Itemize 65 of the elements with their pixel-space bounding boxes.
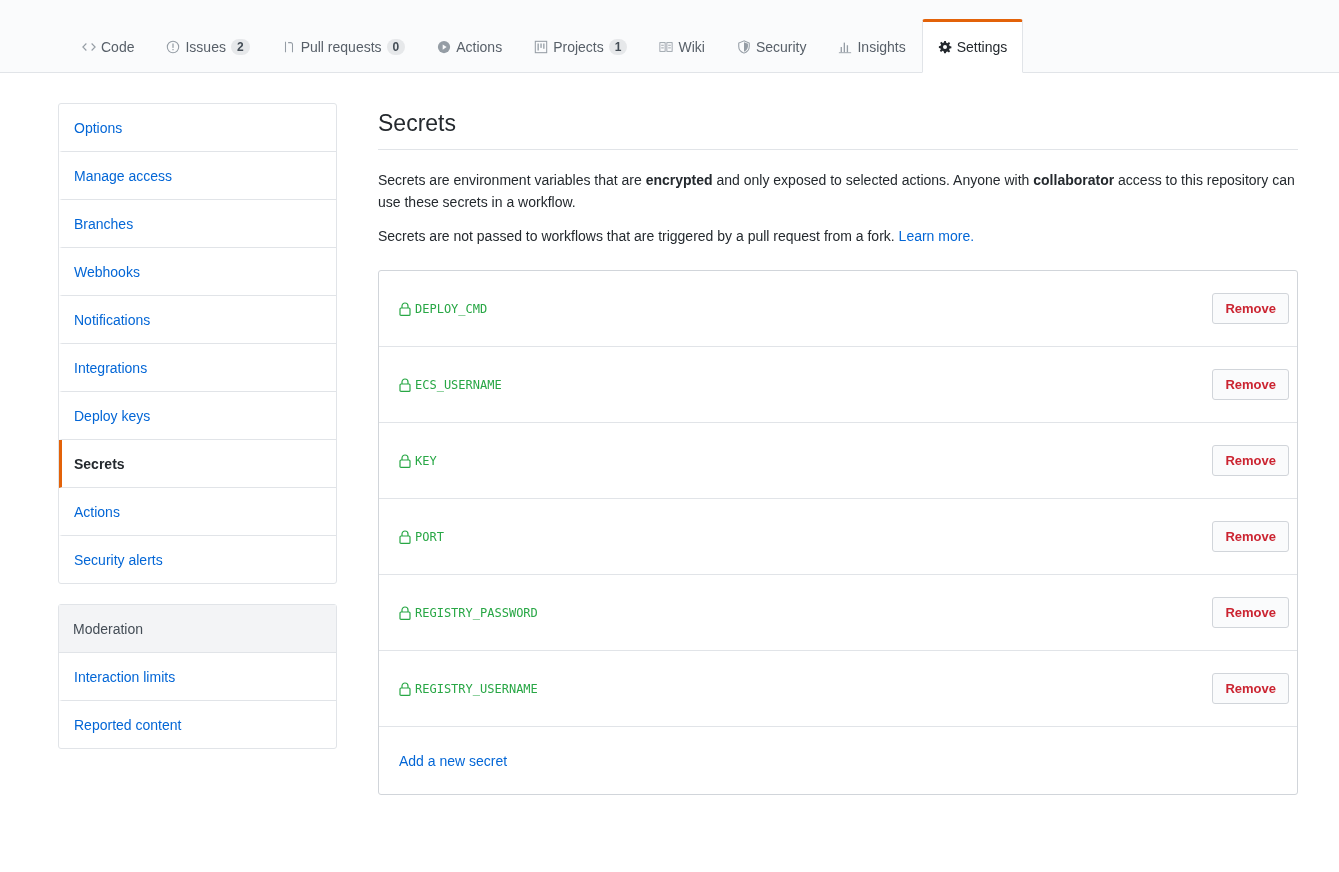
sidebar-item[interactable]: Deploy keys <box>59 392 336 440</box>
lock-icon <box>399 377 411 392</box>
sidebar-item[interactable]: Notifications <box>59 296 336 344</box>
sidebar-item[interactable]: Secrets <box>59 440 336 488</box>
tab[interactable]: Actions <box>421 19 519 73</box>
menu-header: Moderation <box>59 605 336 653</box>
tab-label[interactable]: Actions <box>456 39 503 55</box>
secret-name: REGISTRY_USERNAME <box>415 681 539 696</box>
tab[interactable]: Code <box>66 19 151 73</box>
tab[interactable]: Issues 2 <box>150 19 266 73</box>
tab[interactable]: Projects 1 <box>518 19 644 73</box>
secret-name: PORT <box>415 529 445 544</box>
remove-button[interactable]: Remove <box>1212 369 1289 400</box>
tab-label[interactable]: Issues <box>185 39 226 55</box>
remove-button[interactable]: Remove <box>1212 597 1289 628</box>
sidebar-item[interactable]: Reported content <box>59 701 336 748</box>
add-secret-link[interactable]: Add a new secret <box>399 752 508 769</box>
sidebar-item[interactable]: Security alerts <box>59 536 336 583</box>
secret-name: REGISTRY_PASSWORD <box>415 605 539 620</box>
tab[interactable]: Wiki <box>643 19 721 73</box>
bar-graph-icon <box>838 40 853 54</box>
count-badge: 2 <box>230 39 250 55</box>
secret-name: KEY <box>415 453 438 468</box>
lock-icon <box>399 681 411 696</box>
sidebar-item[interactable]: Actions <box>59 488 336 536</box>
tab[interactable]: Pull requests 0 <box>265 19 422 73</box>
tab-label[interactable]: Projects <box>553 39 604 55</box>
project-board-icon <box>534 40 549 54</box>
page-title: Secrets <box>378 103 1298 150</box>
sidebar-item[interactable]: Webhooks <box>59 248 336 296</box>
lock-icon <box>399 301 411 316</box>
issue-icon <box>166 40 181 54</box>
tab-label[interactable]: Insights <box>857 39 906 55</box>
code-icon <box>82 40 96 54</box>
tab[interactable]: Insights <box>822 19 922 73</box>
settings-icon <box>937 40 952 54</box>
description-text: Secrets are environment variables that are encrypted and only exposed to selected actions. Anyone with collaborator access to this repository can use these secrets in a workflow. <box>378 171 1296 212</box>
play-icon <box>437 40 452 54</box>
lock-icon <box>399 453 411 468</box>
count-badge: 0 <box>386 39 406 55</box>
sidebar-item[interactable]: Interaction limits <box>59 653 336 701</box>
tab-label[interactable]: Wiki <box>678 39 705 55</box>
sidebar-item[interactable]: Options <box>59 104 336 152</box>
lock-icon <box>399 529 411 544</box>
remove-button[interactable]: Remove <box>1212 673 1289 704</box>
sidebar-item[interactable]: Branches <box>59 200 336 248</box>
remove-button[interactable]: Remove <box>1212 293 1289 324</box>
tab[interactable]: Security <box>720 19 823 73</box>
remove-button[interactable]: Remove <box>1212 521 1289 552</box>
tab-label[interactable]: Code <box>101 39 135 55</box>
sidebar-item[interactable]: Manage access <box>59 152 336 200</box>
remove-button[interactable]: Remove <box>1212 445 1289 476</box>
secret-name: ECS_USERNAME <box>415 377 503 392</box>
sidebar-item[interactable]: Integrations <box>59 344 336 392</box>
tab-label[interactable]: Pull requests <box>300 39 382 55</box>
tab-label[interactable]: Security <box>755 39 807 55</box>
book-icon <box>659 40 674 54</box>
tab-label[interactable]: Settings <box>956 39 1008 55</box>
description-text: Secrets are not passed to workflows that are triggered by a pull request from a fork. Learn more. <box>378 227 976 246</box>
tab[interactable]: Settings <box>921 19 1024 73</box>
count-badge: 1 <box>608 39 628 55</box>
shield-icon <box>736 40 751 54</box>
secret-name: DEPLOY_CMD <box>415 301 489 316</box>
lock-icon <box>399 605 411 620</box>
learn-more-link[interactable]: Learn more. <box>898 228 975 244</box>
